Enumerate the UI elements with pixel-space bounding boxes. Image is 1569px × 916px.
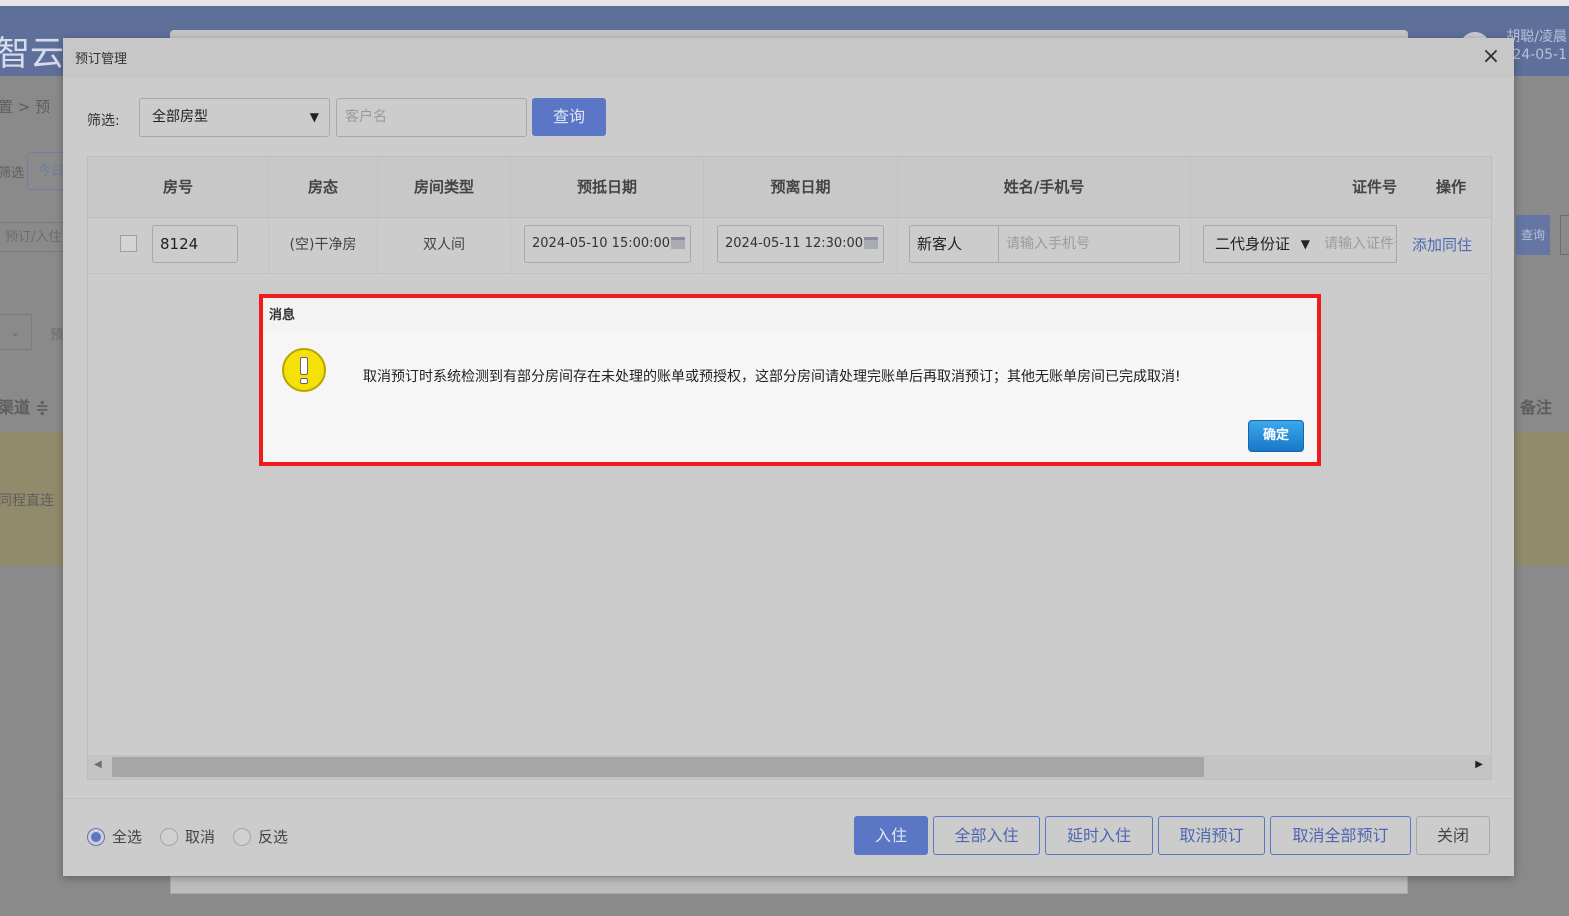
th-departure-date: 预离日期 [704, 157, 898, 217]
phone-input[interactable]: 请输入手机号 [998, 225, 1180, 263]
horizontal-scrollbar[interactable]: ◀ ▶ [88, 755, 1491, 779]
arrival-date-input[interactable]: 2024-05-10 15:00:00 [524, 225, 691, 263]
add-cohabitant-link[interactable]: 添加同住 [1412, 217, 1472, 273]
th-arrival-date: 预抵日期 [511, 157, 704, 217]
th-room-no: 房号 [88, 157, 269, 217]
remark-column-header: 备注 [1520, 398, 1553, 417]
checkin-button[interactable]: 入住 [854, 816, 928, 855]
invert-selection-label[interactable]: 反选 [258, 828, 288, 846]
close-icon[interactable]: × [1478, 44, 1504, 70]
bg-select[interactable]: ⌄ [0, 314, 32, 350]
deselect-radio[interactable] [160, 828, 178, 846]
message-title: 消息 [269, 308, 296, 323]
calendar-icon[interactable] [864, 237, 878, 249]
scroll-left-icon[interactable]: ◀ [94, 759, 102, 770]
modal-titlebar [63, 38, 1514, 78]
chevron-down-icon: ▼ [309, 110, 319, 124]
room-type-cell: 双人间 [378, 217, 511, 273]
invert-selection-radio[interactable] [233, 828, 251, 846]
delay-checkin-button[interactable]: 延时入住 [1045, 816, 1153, 855]
arrival-date-value: 2024-05-10 15:00:00 [532, 236, 671, 251]
guest-name-input[interactable]: 新客人 [909, 225, 999, 263]
select-all-radio[interactable] [87, 828, 105, 846]
room-type-select[interactable]: 全部房型 ▼ [139, 98, 330, 137]
th-room-status: 房态 [269, 157, 378, 217]
row-checkbox[interactable] [120, 235, 137, 252]
id-type-value: 二代身份证 [1215, 235, 1291, 253]
room-type-value: 全部房型 [152, 109, 208, 125]
bg-query-button[interactable]: 查询 [1516, 215, 1550, 255]
filter-label: 筛选: [87, 113, 120, 129]
departure-date-value: 2024-05-11 12:30:00 [725, 236, 864, 251]
bg-panel-bottom [170, 876, 1408, 894]
message-dialog: 消息 取消预订时系统检测到有部分房间存在未处理的账单或预授权，这部分房间请处理完… [259, 294, 1321, 466]
query-button[interactable]: 查询 [532, 98, 606, 136]
departure-date-input[interactable]: 2024-05-11 12:30:00 [717, 225, 884, 263]
user-date: 24-05-1 [1512, 47, 1567, 63]
calendar-icon[interactable] [671, 237, 685, 249]
user-info: 胡聪/凌晨 24-05-1 [1506, 28, 1567, 64]
reservation-search-input[interactable]: 预订/入住 [0, 222, 68, 252]
customer-name-input[interactable]: 客户名 [336, 98, 527, 137]
room-number-input[interactable]: 8124 [152, 225, 238, 263]
id-number-input[interactable]: 请输入证件号 [1317, 225, 1397, 263]
cancel-all-reservations-button[interactable]: 取消全部预订 [1270, 816, 1411, 855]
table-header: 房号 房态 房间类型 预抵日期 预离日期 姓名/手机号 证件号 操作 [88, 157, 1491, 218]
th-room-type: 房间类型 [378, 157, 511, 217]
chevron-down-icon: ▼ [1300, 237, 1310, 251]
channel-cell: 同程直连 [0, 493, 54, 509]
select-all-label[interactable]: 全选 [112, 828, 142, 846]
th-name-phone: 姓名/手机号 [898, 157, 1191, 217]
th-action: 操作 [1435, 178, 1466, 196]
footer-divider [63, 798, 1514, 799]
message-text: 取消预订时系统检测到有部分房间存在未处理的账单或预授权，这部分房间请处理完账单后… [363, 369, 1181, 385]
warning-icon [282, 348, 326, 392]
bg-filter-label: 筛选 [0, 166, 25, 181]
scrollbar-thumb[interactable] [112, 757, 1204, 777]
reservation-table: 房号 房态 房间类型 预抵日期 预离日期 姓名/手机号 证件号 操作 (空)干净… [87, 156, 1492, 780]
message-titlebar [263, 298, 1317, 332]
scroll-right-icon[interactable]: ▶ [1475, 759, 1483, 770]
id-type-select[interactable]: 二代身份证 ▼ [1203, 225, 1318, 263]
checkin-all-button[interactable]: 全部入住 [933, 816, 1040, 855]
bg-extra-button[interactable] [1560, 215, 1569, 255]
user-name: 胡聪/凌晨 [1506, 29, 1567, 45]
th-id-number: 证件号 [1351, 178, 1397, 196]
modal-title: 预订管理 [75, 52, 128, 67]
channel-column-header[interactable]: 渠道 ≑ [0, 394, 49, 418]
deselect-label[interactable]: 取消 [185, 828, 215, 846]
bg-text: 预 [50, 328, 64, 343]
close-button[interactable]: 关闭 [1416, 816, 1490, 855]
room-status-cell: (空)干净房 [269, 217, 378, 273]
cancel-reservation-button[interactable]: 取消预订 [1158, 816, 1265, 855]
confirm-button[interactable]: 确定 [1248, 420, 1304, 452]
breadcrumb: 置 > 预 [0, 98, 51, 116]
